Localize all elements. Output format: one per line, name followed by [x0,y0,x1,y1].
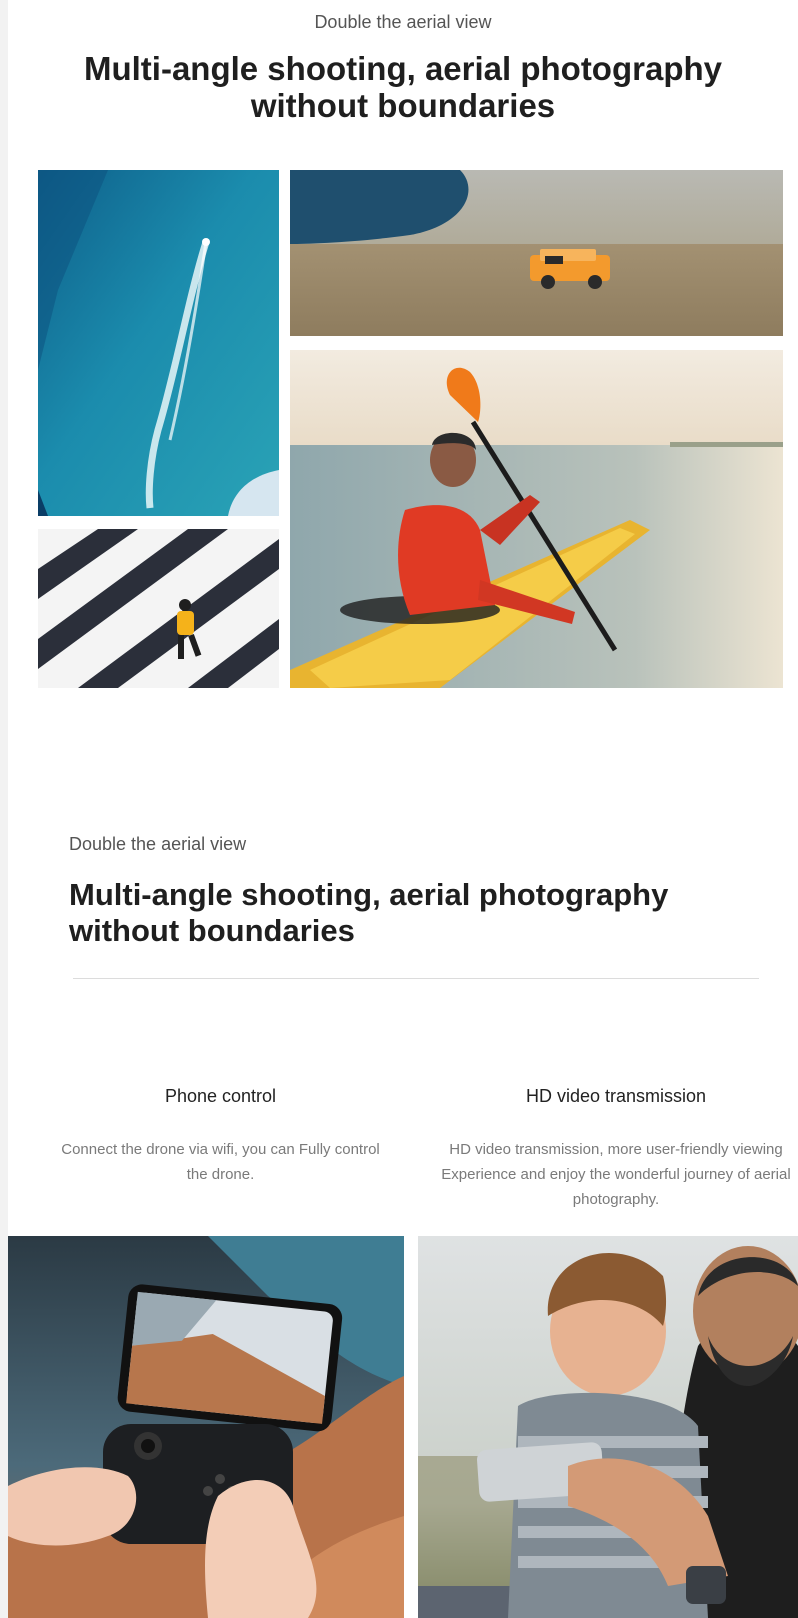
photo-crosswalk-person [38,529,279,688]
feature-title: Phone control [164,1086,277,1106]
photo-phone-controller [8,1236,404,1618]
photo-kayak-paddler [290,350,783,688]
feature-description: HD video transmission, more user-friendl… [441,1141,791,1208]
section-subtitle: Double the aerial view [69,834,247,854]
section-divider [73,978,759,979]
product-detail-page: Double the aerial view Multi-angle shoot… [8,0,798,1618]
feature-phone-control: Phone control Connect the drone via wifi… [58,1086,383,1187]
hero-subtitle: Double the aerial view [314,12,492,32]
feature-description: Connect the drone via wifi, you can Full… [61,1141,380,1183]
photo-desert-car [290,170,783,336]
feature-title: HD video transmission [525,1086,707,1106]
photo-father-son-phone [418,1236,798,1618]
feature-hd-video: HD video transmission HD video transmiss… [426,1086,798,1212]
section-title: Multi-angle shooting, aerial photography… [69,877,669,948]
photo-ocean-boat-wake [38,170,279,516]
hero-title: Multi-angle shooting, aerial photography… [83,50,722,124]
